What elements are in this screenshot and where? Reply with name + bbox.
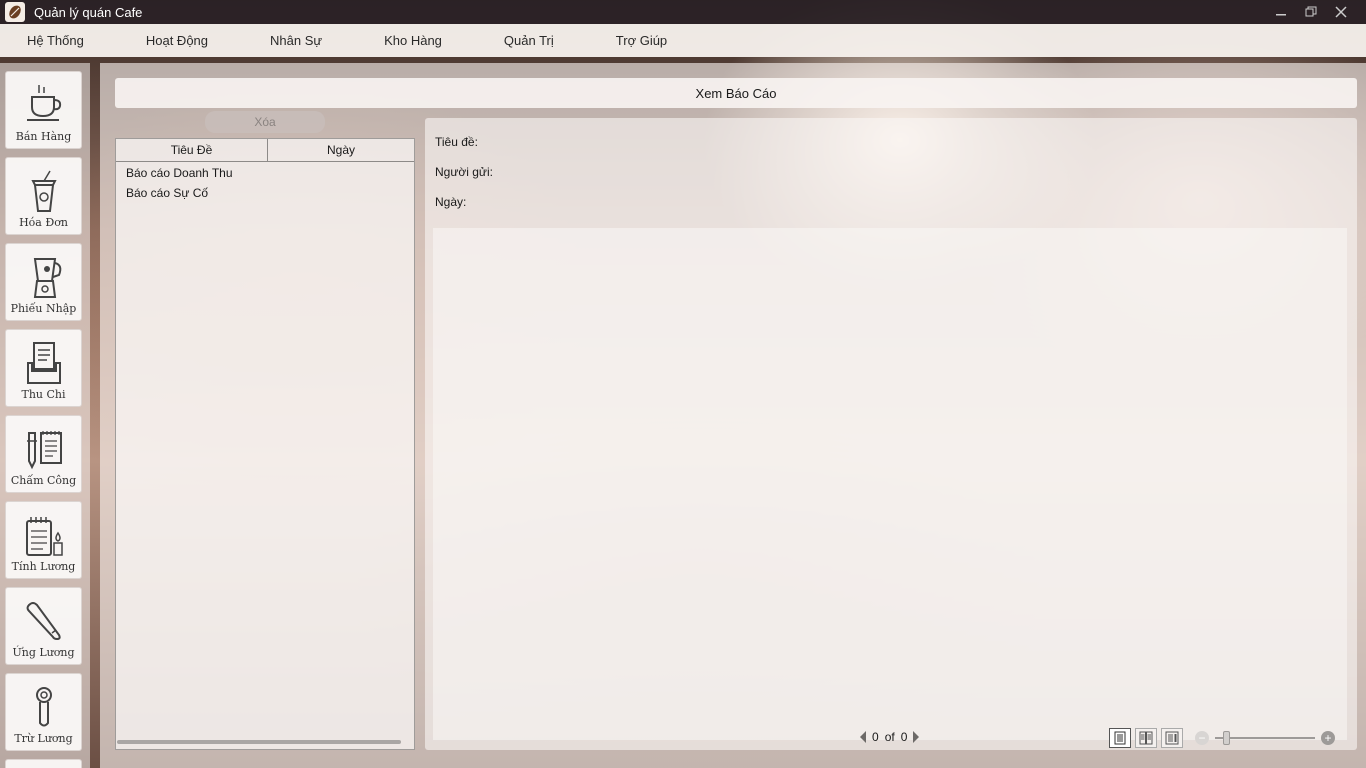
menu-nhan-su[interactable]: Nhân Sự bbox=[262, 33, 330, 48]
zoom-thumb[interactable] bbox=[1223, 731, 1230, 745]
menu-kho-hang[interactable]: Kho Hàng bbox=[376, 33, 450, 48]
coffee-bean-icon bbox=[5, 2, 25, 22]
window-title: Quản lý quán Cafe bbox=[34, 4, 143, 20]
baseball-bat-icon bbox=[26, 602, 61, 641]
page-of: of bbox=[884, 730, 895, 744]
table-row[interactable]: Báo cáo Sự Cố bbox=[116, 183, 414, 203]
zoom-in-icon[interactable]: + bbox=[1321, 731, 1335, 745]
sidebar-item-label: Phiếu Nhập bbox=[10, 302, 77, 315]
horizontal-scrollbar[interactable] bbox=[117, 740, 401, 744]
row-title: Báo cáo Doanh Thu bbox=[126, 166, 233, 180]
coffee-cup-icon bbox=[26, 85, 61, 121]
page-total: 0 bbox=[900, 730, 908, 744]
menu-quan-tri[interactable]: Quản Trị bbox=[496, 33, 562, 48]
sidebar-item-label: Tính Lương bbox=[11, 560, 76, 573]
main-panel: Xem Báo Cáo Xóa Tiêu Đề Ngày Báo cáo Doa… bbox=[100, 63, 1366, 768]
sidebar-item-ung-luong[interactable]: Ứng Lương bbox=[5, 587, 82, 665]
date-field-label: Ngày: bbox=[435, 195, 467, 209]
menu-bar: Hệ Thống Hoạt Động Nhân Sự Kho Hàng Quản… bbox=[0, 24, 1366, 57]
column-header-date[interactable]: Ngày bbox=[268, 139, 414, 161]
pager: 0 of 0 bbox=[860, 730, 920, 744]
zoom-slider[interactable]: − + bbox=[1195, 730, 1335, 746]
minimize-icon[interactable] bbox=[1266, 0, 1296, 24]
blender-icon bbox=[33, 258, 61, 298]
view-mode-group bbox=[1109, 728, 1183, 748]
title-field-label: Tiêu đề: bbox=[435, 135, 478, 149]
table-row[interactable]: Báo cáo Doanh Thu bbox=[116, 163, 414, 183]
sidebar-item-label: Bán Hàng bbox=[15, 130, 72, 143]
pen-notebook-icon bbox=[26, 431, 62, 470]
column-header-title[interactable]: Tiêu Đề bbox=[116, 139, 268, 161]
sidebar-item-cham-cong[interactable]: Chấm Công bbox=[5, 415, 82, 493]
table-header: Tiêu Đề Ngày bbox=[116, 139, 414, 162]
delete-button[interactable]: Xóa bbox=[205, 111, 325, 133]
page-width-view-icon[interactable] bbox=[1161, 728, 1183, 748]
menu-hoat-dong[interactable]: Hoạt Động bbox=[138, 33, 216, 48]
sidebar-item-tinh-luong[interactable]: Tính Lương bbox=[5, 501, 82, 579]
takeaway-cup-icon bbox=[30, 170, 57, 212]
previous-page-icon[interactable] bbox=[860, 731, 866, 743]
sidebar-item-label: Hóa Đơn bbox=[19, 216, 68, 229]
two-page-view-icon[interactable] bbox=[1135, 728, 1157, 748]
row-title: Báo cáo Sự Cố bbox=[126, 186, 209, 200]
menu-tro-giup[interactable]: Trợ Giúp bbox=[608, 33, 675, 48]
page-title: Xem Báo Cáo bbox=[115, 78, 1357, 108]
sidebar-item-ban-hang[interactable]: Bán Hàng bbox=[5, 71, 82, 149]
restore-icon[interactable] bbox=[1296, 0, 1326, 24]
notepad-icon bbox=[25, 517, 63, 556]
sender-field-label: Người gửi: bbox=[435, 165, 493, 179]
document-tray-icon bbox=[26, 342, 61, 384]
zoom-out-icon[interactable]: − bbox=[1195, 731, 1209, 745]
sidebar-item-phieu-nhap[interactable]: Phiếu Nhập bbox=[5, 243, 82, 321]
report-list: Tiêu Đề Ngày Báo cáo Doanh Thu Báo cáo S… bbox=[115, 138, 415, 750]
sidebar-item-hoa-don[interactable]: Hóa Đơn bbox=[5, 157, 82, 235]
report-detail: Tiêu đề: Người gửi: Ngày: 0 of 0 − + bbox=[425, 118, 1357, 750]
zoom-track[interactable] bbox=[1215, 737, 1315, 739]
sidebar-item-label: Ứng Lương bbox=[12, 646, 75, 659]
page-current: 0 bbox=[872, 730, 879, 744]
title-bar: Quản lý quán Cafe bbox=[0, 0, 1366, 24]
single-page-view-icon[interactable] bbox=[1109, 728, 1131, 748]
portafilter-icon bbox=[35, 687, 52, 727]
sidebar-item-more[interactable] bbox=[5, 759, 82, 768]
sidebar-item-label: Thu Chi bbox=[21, 388, 66, 401]
sidebar: Bán Hàng Hóa Đơn Phiếu Nhập Thu Chi Chấm… bbox=[0, 63, 90, 768]
document-viewer bbox=[433, 228, 1347, 740]
menu-he-thong[interactable]: Hệ Thống bbox=[19, 33, 92, 48]
next-page-icon[interactable] bbox=[913, 731, 920, 743]
sidebar-item-label: Trừ Lương bbox=[14, 732, 73, 745]
sidebar-item-label: Chấm Công bbox=[10, 474, 77, 487]
sidebar-item-thu-chi[interactable]: Thu Chi bbox=[5, 329, 82, 407]
sidebar-item-tru-luong[interactable]: Trừ Lương bbox=[5, 673, 82, 751]
close-icon[interactable] bbox=[1326, 0, 1356, 24]
